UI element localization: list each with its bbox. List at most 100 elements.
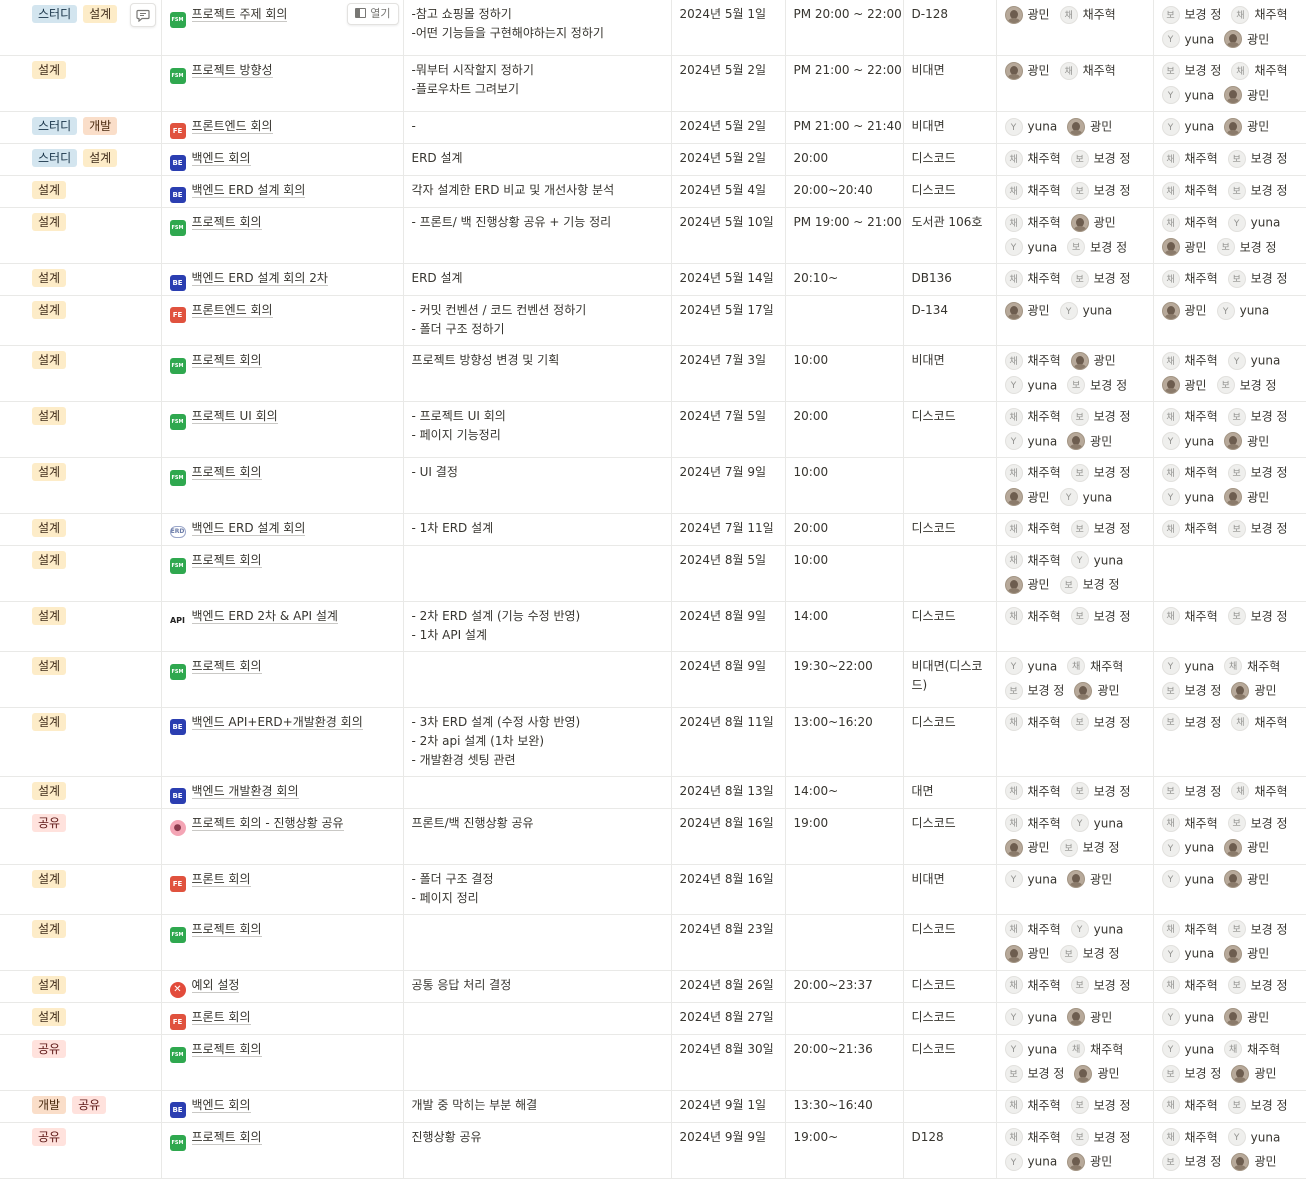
tag-design[interactable]: 설계	[32, 919, 67, 938]
cell-writers[interactable]: 채 채주혁 보 보경 정 Y yuna 광민	[1153, 401, 1306, 458]
cell-title[interactable]: API 백엔드 ERD 2차 & API 설계	[161, 601, 404, 652]
cell-title[interactable]: BE 백엔드 개발환경 회의	[161, 776, 404, 809]
person-chip[interactable]: 보 보경 정	[1227, 973, 1288, 998]
person-chip[interactable]: 보 보경 정	[1070, 516, 1131, 541]
table-row[interactable]: 설계 BE 백엔드 API+ERD+개발환경 회의 - 3차 ERD 설계 (수정 사…	[0, 707, 1306, 777]
person-chip[interactable]: 광민	[1067, 429, 1112, 454]
table-row[interactable]: 설계 FSM 프로젝트 회의 2024년 8월 9일 19:30~22:00 비대면(디스…	[0, 651, 1306, 708]
cell-place[interactable]: 대면	[903, 776, 997, 809]
cell-time[interactable]: 13:30~16:40	[785, 1090, 904, 1123]
person-chip[interactable]: 보 보경 정	[1070, 146, 1131, 171]
person-chip[interactable]: 보 보경 정	[1227, 266, 1288, 291]
cell-title[interactable]: FSM 프로젝트 회의	[161, 457, 404, 514]
cell-time[interactable]: 20:00	[785, 143, 904, 176]
cell-place[interactable]: 비대면	[903, 55, 997, 112]
person-chip[interactable]: 채 채주혁	[1004, 779, 1061, 804]
cell-place[interactable]: 디스코드	[903, 601, 997, 652]
person-chip[interactable]: Yyuna	[1070, 548, 1123, 573]
cell-time[interactable]	[785, 1002, 904, 1035]
cell-attendees[interactable]: 채 채주혁 보 보경 정	[996, 263, 1154, 296]
tag-design[interactable]: 설계	[32, 181, 67, 199]
cell-writers[interactable]: 보 보경 정 채 채주혁	[1153, 776, 1306, 809]
person-chip[interactable]: 채 채주혁	[1004, 1125, 1061, 1150]
person-chip[interactable]: 채 채주혁	[1224, 1037, 1280, 1062]
cell-attendees[interactable]: Yyuna 채 채주혁보 보경 정 광민	[996, 1034, 1154, 1091]
cell-writers[interactable]: 보 보경 정 채 채주혁 Y yuna 광민	[1153, 0, 1306, 56]
cell-title[interactable]: BE 백엔드 ERD 설계 회의 2차	[161, 263, 404, 296]
cell-tags[interactable]: 설계	[0, 345, 162, 402]
cell-tags[interactable]: 스터디 개발	[0, 111, 162, 144]
person-chip[interactable]: Yyuna	[1227, 1125, 1280, 1150]
table-row[interactable]: 설계 FE 프론트엔드 회의 - 커밋 컨벤션 / 코드 컨벤션 정하기 - 폴더 구조…	[0, 295, 1306, 346]
person-chip[interactable]: 광민	[1231, 1061, 1277, 1086]
person-chip[interactable]: 채 채주혁	[1224, 654, 1280, 679]
person-chip[interactable]: Yyuna	[1004, 867, 1057, 892]
cell-title[interactable]: FSM 프로젝트 회의	[161, 345, 404, 402]
cell-attendees[interactable]: 채 채주혁 보 보경 정	[996, 707, 1154, 777]
person-chip[interactable]: 광민	[1161, 373, 1207, 398]
meeting-title[interactable]: 프로젝트 회의	[191, 1041, 262, 1057]
person-chip[interactable]: 보 보경 정	[1070, 604, 1131, 629]
meeting-title[interactable]: 프론트 회의	[191, 1009, 251, 1025]
table-row[interactable]: 설계 ✕ 예외 설정 공통 응답 처리 결정 2024년 8월 26일 20:00~23:…	[0, 970, 1306, 1003]
tag-study[interactable]: 스터디	[32, 149, 78, 167]
cell-title[interactable]: FSM 프로젝트 회의	[161, 1034, 404, 1091]
cell-date[interactable]: 2024년 5월 17일	[671, 295, 786, 346]
cell-date[interactable]: 2024년 8월 9일	[671, 651, 786, 708]
cell-agenda[interactable]	[403, 651, 672, 708]
cell-tags[interactable]: 설계	[0, 175, 162, 208]
cell-tags[interactable]: 설계	[0, 970, 162, 1003]
person-chip[interactable]: 채 채주혁	[1161, 604, 1218, 629]
person-chip[interactable]: 보 보경 정	[1227, 404, 1288, 429]
person-chip[interactable]: 보 보경 정	[1161, 779, 1221, 804]
person-chip[interactable]: 채 채주혁	[1004, 604, 1061, 629]
person-chip[interactable]: 보 보경 정	[1067, 235, 1127, 260]
person-chip[interactable]: Yyuna	[1161, 1037, 1214, 1062]
person-chip[interactable]: 보 보경 정	[1216, 235, 1277, 260]
meeting-title[interactable]: 프로젝트 UI 회의	[191, 409, 278, 424]
cell-time[interactable]: PM 21:00 ~ 22:00	[785, 55, 904, 112]
cell-tags[interactable]: 설계	[0, 207, 162, 264]
cell-place[interactable]: 디스코드	[903, 707, 997, 777]
person-chip[interactable]: 광민	[1004, 835, 1050, 860]
person-chip[interactable]: Yyuna	[1004, 373, 1057, 398]
table-row[interactable]: 공유 FSM 프로젝트 회의 2024년 8월 30일 20:00~21:36 디스코드 Y…	[0, 1034, 1306, 1091]
person-chip[interactable]: Yyuna	[1161, 867, 1214, 892]
cell-place[interactable]: 비대면	[903, 111, 997, 144]
cell-tags[interactable]: 공유	[0, 808, 162, 865]
cell-attendees[interactable]: 광민 채 채주혁	[996, 0, 1154, 56]
person-chip[interactable]: 광민	[1004, 941, 1050, 966]
table-row[interactable]: 설계 BE 백엔드 ERD 설계 회의 각자 설계한 ERD 비교 및 개선사항 분석…	[0, 175, 1306, 208]
meeting-title[interactable]: 예외 설정	[191, 977, 240, 993]
person-chip[interactable]: Yyuna	[1004, 235, 1057, 260]
cell-time[interactable]: PM 20:00 ~ 22:00	[785, 0, 904, 56]
cell-place[interactable]: 디스코드	[903, 808, 997, 865]
cell-date[interactable]: 2024년 5월 2일	[671, 55, 786, 112]
person-chip[interactable]: 보 보경 정	[1227, 178, 1288, 203]
cell-agenda[interactable]: - 2차 ERD 설계 (기능 수정 반영) - 1차 API 설계	[403, 601, 672, 652]
cell-attendees[interactable]: 채 채주혁 보 보경 정	[996, 513, 1154, 546]
cell-writers[interactable]: 채 채주혁 보 보경 정 Y yuna 광민	[1153, 914, 1306, 971]
person-chip[interactable]: Yyuna	[1070, 917, 1123, 942]
person-chip[interactable]: 보 보경 정	[1227, 516, 1288, 541]
cell-writers[interactable]: 채 채주혁 보 보경 정	[1153, 1090, 1306, 1123]
cell-place[interactable]: D128	[903, 1122, 997, 1179]
person-chip[interactable]: 채 채주혁	[1161, 266, 1218, 291]
person-chip[interactable]: 채 채주혁	[1004, 516, 1061, 541]
person-chip[interactable]: 채 채주혁	[1161, 516, 1218, 541]
cell-title[interactable]: FSM 프로젝트 회의	[161, 207, 404, 264]
cell-agenda[interactable]: - 커밋 컨벤션 / 코드 컨벤션 정하기 - 폴더 구조 정하기	[403, 295, 672, 346]
meeting-title[interactable]: 백엔드 ERD 설계 회의	[191, 521, 306, 536]
cell-agenda[interactable]: - 폴더 구조 결정 - 페이지 정리	[403, 864, 672, 915]
cell-agenda[interactable]	[403, 1002, 672, 1035]
meeting-title[interactable]: 프로젝트 회의	[191, 921, 262, 937]
cell-agenda[interactable]: 진행상황 공유	[403, 1122, 672, 1179]
cell-agenda[interactable]	[403, 1034, 672, 1091]
person-chip[interactable]: 채 채주혁	[1161, 404, 1218, 429]
tag-design[interactable]: 설계	[32, 351, 67, 369]
cell-place[interactable]: D-128	[903, 0, 997, 56]
cell-date[interactable]: 2024년 8월 27일	[671, 1002, 786, 1035]
person-chip[interactable]: 보 보경 정	[1227, 146, 1288, 171]
person-chip[interactable]: Yyuna	[1227, 348, 1280, 373]
cell-attendees[interactable]: 채 채주혁 보 보경 정	[996, 970, 1154, 1003]
